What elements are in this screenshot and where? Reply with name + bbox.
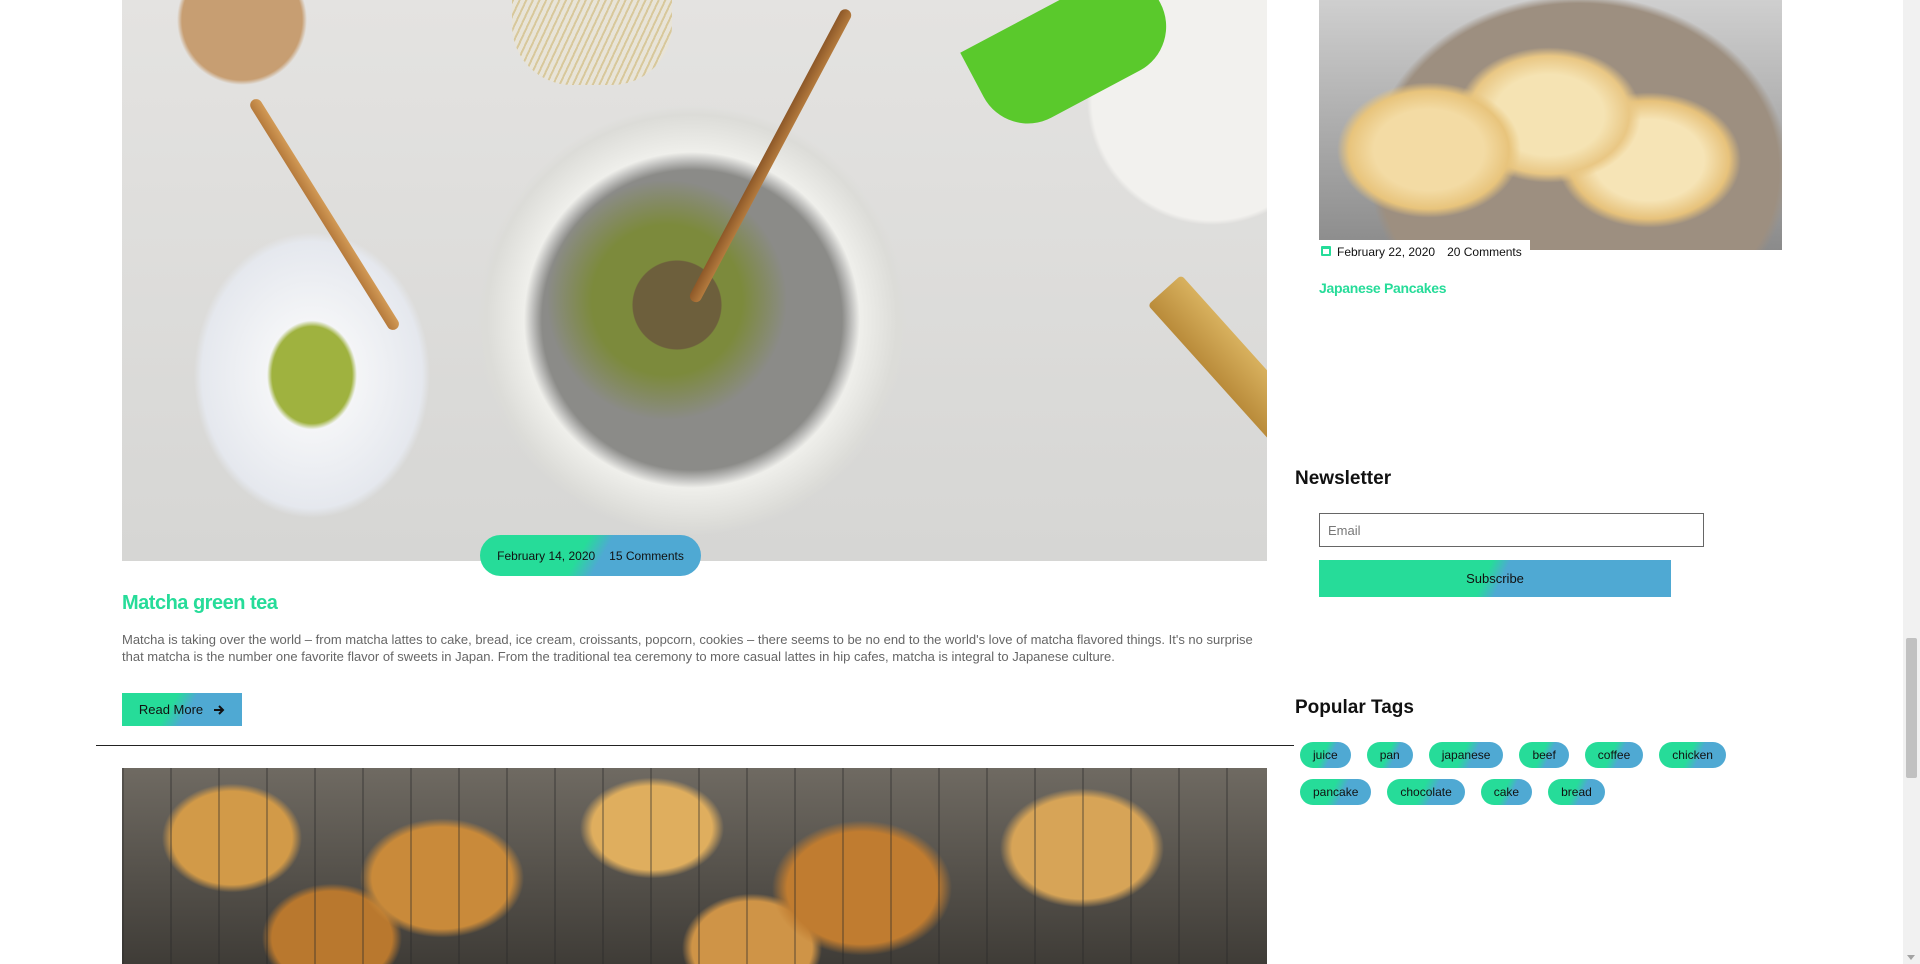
spoon-graphic (247, 96, 402, 333)
tag-chocolate[interactable]: chocolate (1387, 779, 1465, 805)
bamboo-scoop-graphic (1147, 274, 1267, 528)
tag-beef[interactable]: beef (1519, 742, 1569, 768)
tag-pan[interactable]: pan (1366, 742, 1413, 768)
post-title[interactable]: Matcha green tea (122, 592, 278, 615)
whisk-graphic (512, 0, 672, 85)
tag-chicken[interactable]: chicken (1659, 742, 1726, 768)
recent-post-image[interactable] (1319, 0, 1782, 250)
scrollbar-thumb[interactable] (1906, 638, 1917, 778)
post-meta: February 14, 2020 15 Comments (480, 535, 701, 576)
next-post-image[interactable] (122, 768, 1267, 964)
post-divider (96, 745, 1294, 746)
recent-post-comments[interactable]: 20 Comments (1447, 245, 1522, 259)
arrow-right-icon (214, 704, 225, 715)
tag-cake[interactable]: cake (1480, 779, 1533, 805)
sieve-handle-graphic (960, 0, 1184, 142)
scroll-down-icon[interactable] (1907, 955, 1915, 960)
read-more-button[interactable]: Read More (122, 693, 242, 726)
calendar-icon (1321, 246, 1331, 256)
subscribe-button[interactable]: Subscribe (1319, 560, 1671, 597)
page-scrollbar[interactable] (1903, 0, 1920, 964)
tag-coffee[interactable]: coffee (1584, 742, 1644, 768)
tag-juice[interactable]: juice (1300, 742, 1351, 768)
email-field[interactable] (1319, 513, 1704, 547)
popular-tags-title: Popular Tags (1295, 697, 1414, 718)
recent-post-date-text: February 22, 2020 (1337, 245, 1436, 259)
spoon-graphic (687, 7, 854, 305)
read-more-label: Read More (138, 702, 204, 717)
matcha-post-image[interactable] (122, 0, 1267, 561)
tag-bread[interactable]: bread (1548, 779, 1605, 805)
post-excerpt: Matcha is taking over the world – from m… (122, 632, 1253, 664)
recent-post-date[interactable]: February 22, 2020 (1321, 245, 1435, 259)
tag-cloud: juice pan japanese beef coffee chicken p… (1300, 742, 1800, 805)
rack-graphic (122, 768, 1267, 964)
tag-japanese[interactable]: japanese (1428, 742, 1504, 768)
post-date[interactable]: February 14, 2020 (497, 549, 595, 563)
post-comments[interactable]: 15 Comments (609, 549, 684, 563)
recent-post-meta: February 22, 2020 20 Comments (1319, 240, 1530, 264)
recent-post-title[interactable]: Japanese Pancakes (1319, 280, 1447, 296)
newsletter-title: Newsletter (1295, 468, 1392, 489)
tag-pancake[interactable]: pancake (1300, 779, 1372, 805)
